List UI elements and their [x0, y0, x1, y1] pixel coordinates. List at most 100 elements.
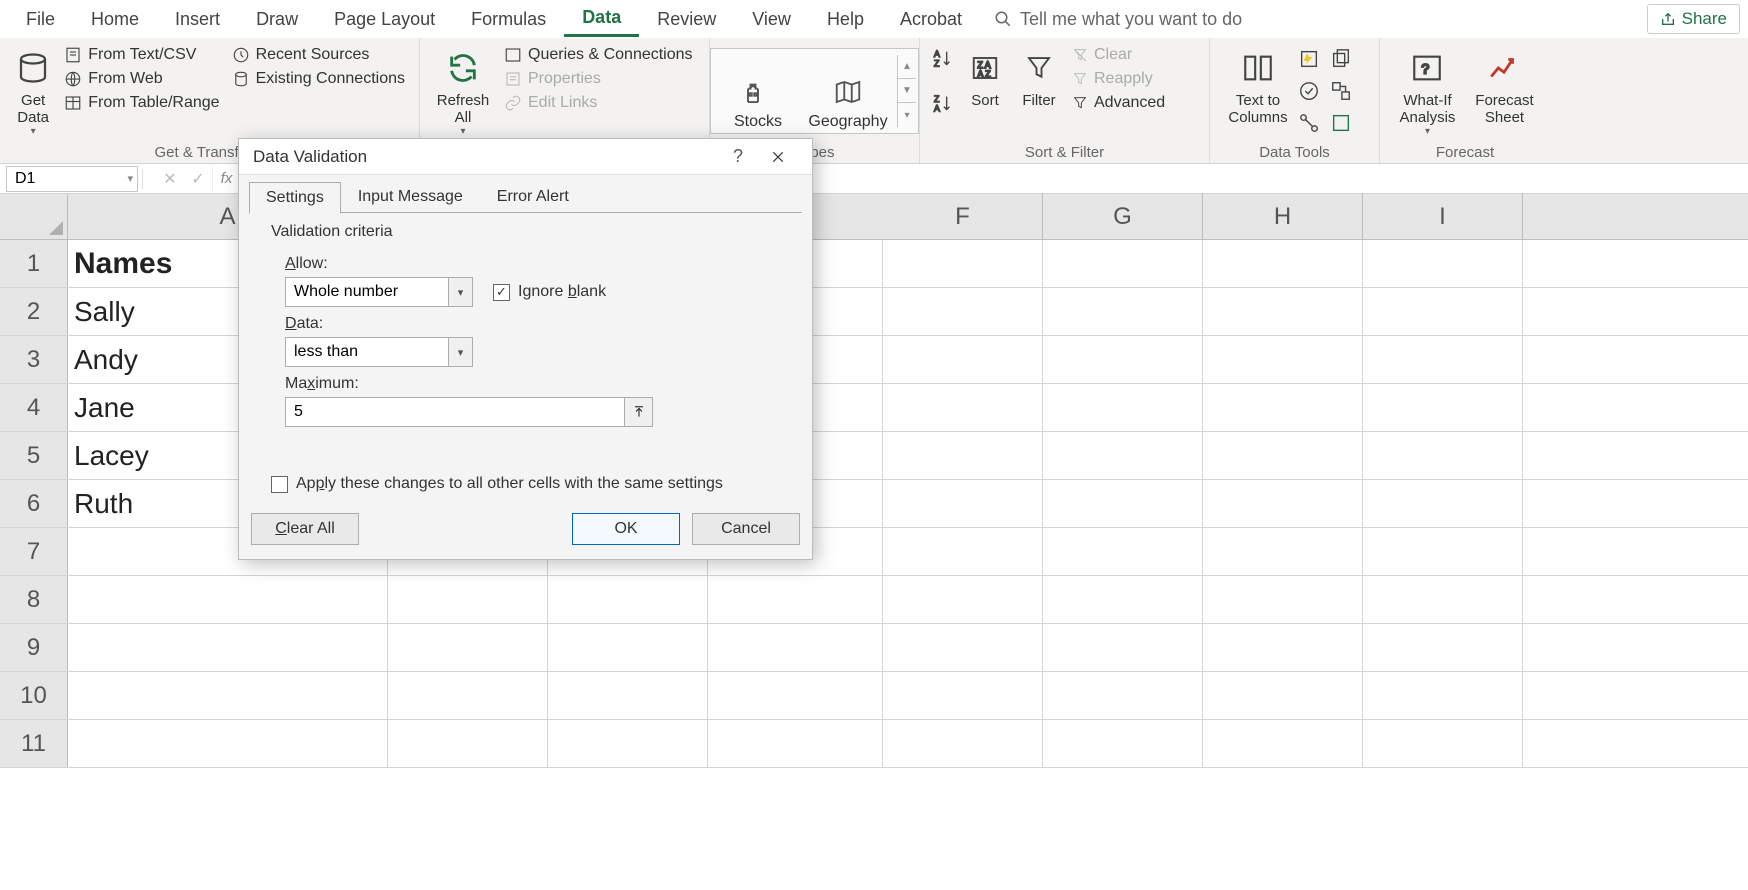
cell[interactable] — [1043, 528, 1203, 575]
cell[interactable] — [68, 624, 388, 671]
data-model-button[interactable] — [1330, 112, 1358, 140]
cell[interactable] — [1043, 576, 1203, 623]
clear-all-button[interactable]: Clear All — [251, 513, 359, 545]
cell[interactable] — [388, 576, 548, 623]
cell[interactable] — [388, 672, 548, 719]
data-types-up[interactable]: ▲ — [898, 55, 916, 79]
cell[interactable] — [1043, 240, 1203, 287]
sort-asc-button[interactable]: AZ — [932, 48, 954, 75]
cell[interactable] — [708, 576, 883, 623]
row-header[interactable]: 5 — [0, 432, 68, 479]
cell[interactable] — [1043, 720, 1203, 767]
dialog-help-button[interactable]: ? — [718, 139, 758, 175]
sort-desc-button[interactable]: ZA — [932, 93, 954, 120]
what-if-button[interactable]: ? What-If Analysis ▾ — [1388, 42, 1467, 138]
filter-button[interactable]: Filter — [1012, 42, 1066, 138]
sort-button[interactable]: Z AA Z Sort — [958, 42, 1012, 138]
cell[interactable] — [548, 624, 708, 671]
menu-acrobat[interactable]: Acrobat — [882, 3, 980, 36]
relationships-button[interactable] — [1298, 112, 1326, 140]
row-header[interactable]: 6 — [0, 480, 68, 527]
cell[interactable] — [1043, 336, 1203, 383]
cell[interactable] — [1363, 576, 1523, 623]
cell[interactable] — [548, 576, 708, 623]
tab-settings[interactable]: Settings — [249, 182, 341, 214]
cell[interactable] — [883, 672, 1043, 719]
existing-connections-button[interactable]: Existing Connections — [232, 70, 405, 88]
menu-formulas[interactable]: Formulas — [453, 3, 564, 36]
from-web-button[interactable]: From Web — [64, 70, 219, 88]
menu-help[interactable]: Help — [809, 3, 882, 36]
cell[interactable] — [708, 720, 883, 767]
stocks-button[interactable]: Stocks — [713, 51, 803, 131]
cell[interactable] — [1363, 624, 1523, 671]
menu-file[interactable]: File — [8, 3, 73, 36]
cell[interactable] — [1363, 480, 1523, 527]
ok-button[interactable]: OK — [572, 513, 680, 545]
cell[interactable] — [883, 336, 1043, 383]
cell[interactable] — [1363, 384, 1523, 431]
menu-data[interactable]: Data — [564, 1, 639, 37]
menu-insert[interactable]: Insert — [157, 3, 238, 36]
cell[interactable] — [708, 624, 883, 671]
cell[interactable] — [883, 576, 1043, 623]
name-box[interactable]: D1 ▾ — [6, 166, 138, 192]
cell[interactable] — [1363, 336, 1523, 383]
range-selector-button[interactable] — [624, 398, 652, 426]
geography-button[interactable]: Geography — [803, 51, 893, 131]
cell[interactable] — [1043, 432, 1203, 479]
cell[interactable] — [883, 288, 1043, 335]
data-select[interactable]: less than ▾ — [285, 337, 473, 367]
cell[interactable] — [1363, 432, 1523, 479]
cell[interactable] — [1043, 384, 1203, 431]
cell[interactable] — [1203, 432, 1363, 479]
text-to-columns-button[interactable]: Text to Columns — [1218, 42, 1298, 138]
cell[interactable] — [1203, 240, 1363, 287]
row-header[interactable]: 10 — [0, 672, 68, 719]
select-all-corner[interactable] — [0, 194, 68, 240]
flash-fill-button[interactable] — [1298, 48, 1326, 76]
apply-all-checkbox[interactable]: Apply these changes to all other cells w… — [271, 475, 780, 493]
menu-page-layout[interactable]: Page Layout — [316, 3, 453, 36]
menu-draw[interactable]: Draw — [238, 3, 316, 36]
forecast-sheet-button[interactable]: Forecast Sheet — [1467, 42, 1542, 138]
col-header-I[interactable]: I — [1363, 194, 1523, 239]
menu-review[interactable]: Review — [639, 3, 734, 36]
remove-duplicates-button[interactable] — [1330, 48, 1358, 76]
cell[interactable] — [883, 624, 1043, 671]
row-header[interactable]: 9 — [0, 624, 68, 671]
consolidate-button[interactable] — [1330, 80, 1358, 108]
share-button[interactable]: Share — [1647, 4, 1740, 34]
menu-view[interactable]: View — [734, 3, 809, 36]
cell[interactable] — [68, 720, 388, 767]
cell[interactable] — [1043, 480, 1203, 527]
cell[interactable] — [883, 528, 1043, 575]
data-types-down[interactable]: ▼ — [898, 79, 916, 103]
tab-error-alert[interactable]: Error Alert — [480, 181, 586, 213]
cell[interactable] — [388, 720, 548, 767]
cell[interactable] — [883, 432, 1043, 479]
cell[interactable] — [68, 576, 388, 623]
col-header-H[interactable]: H — [1203, 194, 1363, 239]
cell[interactable] — [1363, 288, 1523, 335]
row-header[interactable]: 11 — [0, 720, 68, 767]
tab-input-message[interactable]: Input Message — [341, 181, 480, 213]
data-types-more[interactable]: ▾ — [898, 103, 916, 127]
cell[interactable] — [1043, 624, 1203, 671]
recent-sources-button[interactable]: Recent Sources — [232, 46, 405, 64]
cell[interactable] — [1363, 672, 1523, 719]
insert-function-button[interactable]: fx — [212, 166, 240, 192]
refresh-all-button[interactable]: Refresh All ▾ — [428, 42, 498, 138]
advanced-filter-button[interactable]: Advanced — [1072, 94, 1165, 112]
cell[interactable] — [1203, 528, 1363, 575]
ignore-blank-checkbox[interactable]: ✓ Ignore blank — [493, 283, 606, 301]
cell[interactable] — [548, 720, 708, 767]
cancel-button[interactable]: Cancel — [692, 513, 800, 545]
cell[interactable] — [1203, 624, 1363, 671]
row-header[interactable]: 2 — [0, 288, 68, 335]
row-header[interactable]: 1 — [0, 240, 68, 287]
cell[interactable] — [1203, 384, 1363, 431]
col-header-F[interactable]: F — [883, 194, 1043, 239]
queries-connections-button[interactable]: Queries & Connections — [504, 46, 693, 64]
from-table-range-button[interactable]: From Table/Range — [64, 94, 219, 112]
